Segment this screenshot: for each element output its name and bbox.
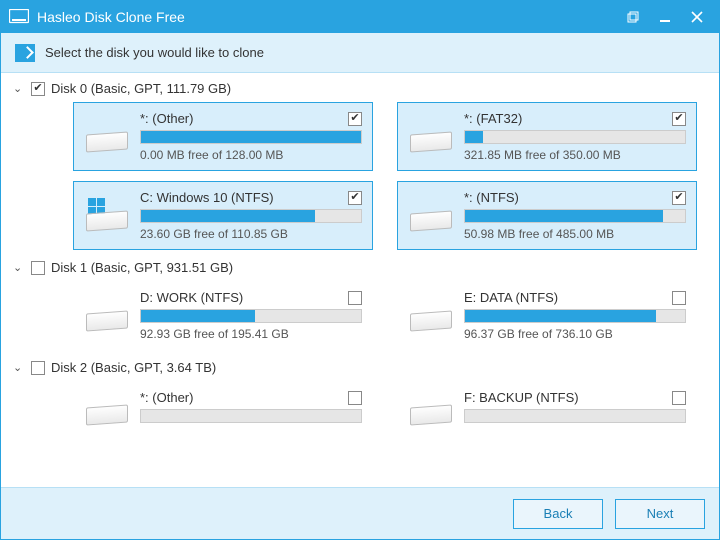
partition-name: C: Windows 10 (NTFS)	[140, 190, 274, 205]
disk-header[interactable]: ⌄ Disk 0 (Basic, GPT, 111.79 GB)	[13, 81, 707, 96]
partition[interactable]: *: (Other) 0.00 MB free of 128.00 MB	[73, 102, 373, 171]
partition-checkbox[interactable]	[348, 291, 362, 305]
partition-free-text: 0.00 MB free of 128.00 MB	[140, 148, 362, 162]
partition-name: *: (FAT32)	[464, 111, 522, 126]
partition[interactable]: D: WORK (NTFS) 92.93 GB free of 195.41 GB	[73, 281, 373, 350]
titlebar: Hasleo Disk Clone Free	[1, 1, 719, 33]
partition-free-text: 92.93 GB free of 195.41 GB	[140, 327, 362, 341]
partition-free-text: 321.85 MB free of 350.00 MB	[464, 148, 686, 162]
partition[interactable]: F: BACKUP (NTFS)	[397, 381, 697, 439]
disk-checkbox[interactable]	[31, 261, 45, 275]
partition[interactable]: C: Windows 10 (NTFS) 23.60 GB free of 110…	[73, 181, 373, 250]
partition[interactable]: *: (NTFS) 50.98 MB free of 485.00 MB	[397, 181, 697, 250]
partition-body: C: Windows 10 (NTFS) 23.60 GB free of 110…	[140, 190, 362, 241]
partition[interactable]: *: (Other)	[73, 381, 373, 439]
usage-bar	[140, 409, 362, 423]
usage-bar	[140, 130, 362, 144]
partition-checkbox[interactable]	[348, 112, 362, 126]
chevron-down-icon[interactable]: ⌄	[13, 261, 25, 274]
instruction-bar: Select the disk you would like to clone	[1, 33, 719, 73]
footer: Back Next	[1, 487, 719, 539]
partition-name: *: (Other)	[140, 111, 193, 126]
partition-checkbox[interactable]	[672, 391, 686, 405]
partition-free-text: 96.37 GB free of 736.10 GB	[464, 327, 686, 341]
disk-label: Disk 2 (Basic, GPT, 3.64 TB)	[51, 360, 216, 375]
partition-checkbox[interactable]	[672, 112, 686, 126]
chevron-down-icon[interactable]: ⌄	[13, 361, 25, 374]
drive-icon	[84, 117, 130, 157]
chevron-down-icon[interactable]: ⌄	[13, 82, 25, 95]
disk-list[interactable]: ⌄ Disk 0 (Basic, GPT, 111.79 GB) *: (Other…	[1, 73, 719, 487]
partition-name: F: BACKUP (NTFS)	[464, 390, 579, 405]
partition-name: E: DATA (NTFS)	[464, 290, 558, 305]
partition-body: *: (Other) 0.00 MB free of 128.00 MB	[140, 111, 362, 162]
windows-drive-icon	[84, 196, 130, 236]
disk-label: Disk 1 (Basic, GPT, 931.51 GB)	[51, 260, 233, 275]
disk-group: ⌄ Disk 2 (Basic, GPT, 3.64 TB) *: (Other) F…	[13, 360, 707, 439]
usage-bar	[464, 130, 686, 144]
usage-bar-fill	[141, 210, 315, 222]
disk-checkbox[interactable]	[31, 361, 45, 375]
disk-header[interactable]: ⌄ Disk 1 (Basic, GPT, 931.51 GB)	[13, 260, 707, 275]
partition[interactable]: *: (FAT32) 321.85 MB free of 350.00 MB	[397, 102, 697, 171]
partition-grid: D: WORK (NTFS) 92.93 GB free of 195.41 GB…	[13, 281, 707, 350]
usage-bar-fill	[141, 131, 361, 143]
disk-group: ⌄ Disk 1 (Basic, GPT, 931.51 GB) D: WORK (…	[13, 260, 707, 350]
partition-free-text: 50.98 MB free of 485.00 MB	[464, 227, 686, 241]
partition-body: *: (Other)	[140, 390, 362, 430]
disk-label: Disk 0 (Basic, GPT, 111.79 GB)	[51, 81, 231, 96]
usage-bar	[464, 409, 686, 423]
usage-bar	[464, 209, 686, 223]
next-button[interactable]: Next	[615, 499, 705, 529]
partition-body: *: (NTFS) 50.98 MB free of 485.00 MB	[464, 190, 686, 241]
app-icon	[9, 9, 29, 25]
instruction-text: Select the disk you would like to clone	[45, 45, 264, 60]
clone-step-icon	[15, 44, 35, 62]
partition-body: E: DATA (NTFS) 96.37 GB free of 736.10 GB	[464, 290, 686, 341]
partition-name: D: WORK (NTFS)	[140, 290, 243, 305]
window-controls	[619, 5, 711, 29]
drive-icon	[84, 296, 130, 336]
disk-header[interactable]: ⌄ Disk 2 (Basic, GPT, 3.64 TB)	[13, 360, 707, 375]
partition-body: D: WORK (NTFS) 92.93 GB free of 195.41 GB	[140, 290, 362, 341]
partition-name: *: (NTFS)	[464, 190, 519, 205]
usage-bar-fill	[465, 310, 656, 322]
partition-name: *: (Other)	[140, 390, 193, 405]
partition-checkbox[interactable]	[348, 191, 362, 205]
drive-icon	[408, 196, 454, 236]
drive-icon	[84, 390, 130, 430]
app-title: Hasleo Disk Clone Free	[37, 9, 611, 25]
usage-bar	[464, 309, 686, 323]
partition-body: F: BACKUP (NTFS)	[464, 390, 686, 430]
drive-icon	[408, 296, 454, 336]
usage-bar	[140, 209, 362, 223]
partition-body: *: (FAT32) 321.85 MB free of 350.00 MB	[464, 111, 686, 162]
drive-icon	[408, 117, 454, 157]
partition-checkbox[interactable]	[672, 291, 686, 305]
restore-button[interactable]	[619, 5, 647, 29]
partition-checkbox[interactable]	[348, 391, 362, 405]
partition-grid: *: (Other) 0.00 MB free of 128.00 MB *: (F…	[13, 102, 707, 250]
partition[interactable]: E: DATA (NTFS) 96.37 GB free of 736.10 GB	[397, 281, 697, 350]
usage-bar-fill	[465, 131, 483, 143]
disk-checkbox[interactable]	[31, 82, 45, 96]
usage-bar-fill	[465, 210, 663, 222]
partition-grid: *: (Other) F: BACKUP (NTFS)	[13, 381, 707, 439]
back-button[interactable]: Back	[513, 499, 603, 529]
usage-bar-fill	[141, 310, 255, 322]
partition-checkbox[interactable]	[672, 191, 686, 205]
close-button[interactable]	[683, 5, 711, 29]
disk-group: ⌄ Disk 0 (Basic, GPT, 111.79 GB) *: (Other…	[13, 81, 707, 250]
usage-bar	[140, 309, 362, 323]
drive-icon	[408, 390, 454, 430]
partition-free-text: 23.60 GB free of 110.85 GB	[140, 227, 362, 241]
minimize-button[interactable]	[651, 5, 679, 29]
